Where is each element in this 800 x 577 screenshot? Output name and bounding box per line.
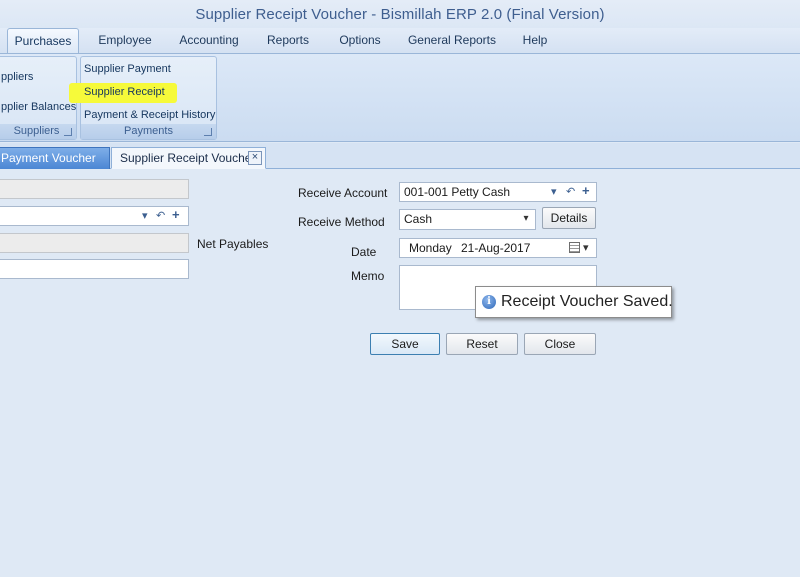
title-bar: Supplier Receipt Voucher - Bismillah ERP… [0, 0, 800, 28]
add-icon[interactable]: + [582, 183, 590, 198]
notification-message: Receipt Voucher Saved. [501, 293, 673, 310]
receive-method-value: Cash [404, 212, 433, 226]
info-icon: i [482, 295, 496, 309]
group-launcher-icon[interactable] [64, 128, 72, 136]
form-area [0, 170, 800, 577]
menu-bar: Purchases Employee Accounting Reports Op… [0, 28, 800, 54]
ribbon: ppliers pplier Balances Suppliers Suppli… [0, 53, 800, 142]
ribbon-group-payments: Supplier Payment Supplier Receipt Paymen… [69, 56, 217, 140]
receive-account-label: Receive Account [298, 186, 388, 200]
document-tab-strip: Payment Voucher Supplier Receipt Voucher… [0, 143, 800, 169]
amount-field[interactable] [0, 259, 189, 279]
menu-tab-help[interactable]: Help [513, 28, 557, 54]
ribbon-group-caption: Payments [81, 124, 216, 139]
save-button[interactable]: Save [370, 333, 440, 355]
close-icon[interactable]: × [248, 151, 262, 165]
memo-label: Memo [351, 269, 385, 283]
net-payables-field[interactable] [0, 233, 189, 253]
menu-tab-employee[interactable]: Employee [92, 28, 158, 54]
close-button[interactable]: Close [524, 333, 596, 355]
ribbon-group-suppliers: ppliers pplier Balances Suppliers [0, 56, 77, 140]
date-value: 21-Aug-2017 [461, 241, 531, 255]
dropdown-icon[interactable]: ▾ [583, 241, 589, 254]
ribbon-item-supplier-balances[interactable]: pplier Balances [1, 101, 76, 113]
menu-tab-purchases[interactable]: Purchases [7, 28, 79, 54]
ribbon-item-suppliers[interactable]: ppliers [1, 71, 33, 83]
menu-tab-reports[interactable]: Reports [259, 28, 317, 54]
calendar-icon[interactable] [569, 242, 580, 253]
receive-method-label: Receive Method [298, 215, 385, 229]
ribbon-item-supplier-payment[interactable]: Supplier Payment [84, 63, 171, 75]
tab-label: Payment Voucher [1, 151, 96, 165]
group-launcher-icon[interactable] [204, 128, 212, 136]
tab-supplier-receipt-voucher[interactable]: Supplier Receipt Voucher × [111, 147, 266, 169]
save-notification-tooltip: i Receipt Voucher Saved. [475, 286, 673, 318]
undo-icon[interactable]: ↶ [156, 209, 165, 222]
window-title: Supplier Receipt Voucher - Bismillah ERP… [195, 6, 605, 23]
date-label: Date [351, 245, 377, 259]
reset-button[interactable]: Reset [446, 333, 518, 355]
menu-tab-accounting[interactable]: Accounting [172, 28, 246, 54]
dropdown-icon[interactable]: ▾ [551, 185, 557, 198]
undo-icon[interactable]: ↶ [566, 185, 575, 198]
ribbon-item-payment-receipt-history[interactable]: Payment & Receipt History [84, 109, 215, 121]
receive-method-select[interactable]: Cash ▾ [399, 209, 536, 230]
menu-tab-options[interactable]: Options [331, 28, 389, 54]
details-button[interactable]: Details [542, 207, 596, 229]
date-day: Monday [409, 241, 452, 255]
ribbon-item-supplier-receipt[interactable]: Supplier Receipt [84, 86, 165, 98]
receive-account-value: 001-001 Petty Cash [404, 185, 511, 199]
supplier-select[interactable]: ▾ ↶ + [0, 206, 189, 226]
receive-account-select[interactable]: 001-001 Petty Cash ▾ ↶ + [399, 182, 597, 202]
tab-label: Supplier Receipt Voucher [120, 151, 256, 165]
menu-tab-general-reports[interactable]: General Reports [402, 28, 502, 54]
dropdown-icon[interactable]: ▾ [142, 209, 148, 222]
net-payables-label: Net Payables [197, 237, 269, 251]
add-icon[interactable]: + [172, 207, 180, 222]
supplier-code-field[interactable] [0, 179, 189, 199]
chevron-down-icon[interactable]: ▾ [518, 211, 534, 227]
date-picker[interactable]: Monday 21-Aug-2017 ▾ [399, 238, 597, 258]
tab-payment-voucher[interactable]: Payment Voucher [0, 147, 110, 169]
